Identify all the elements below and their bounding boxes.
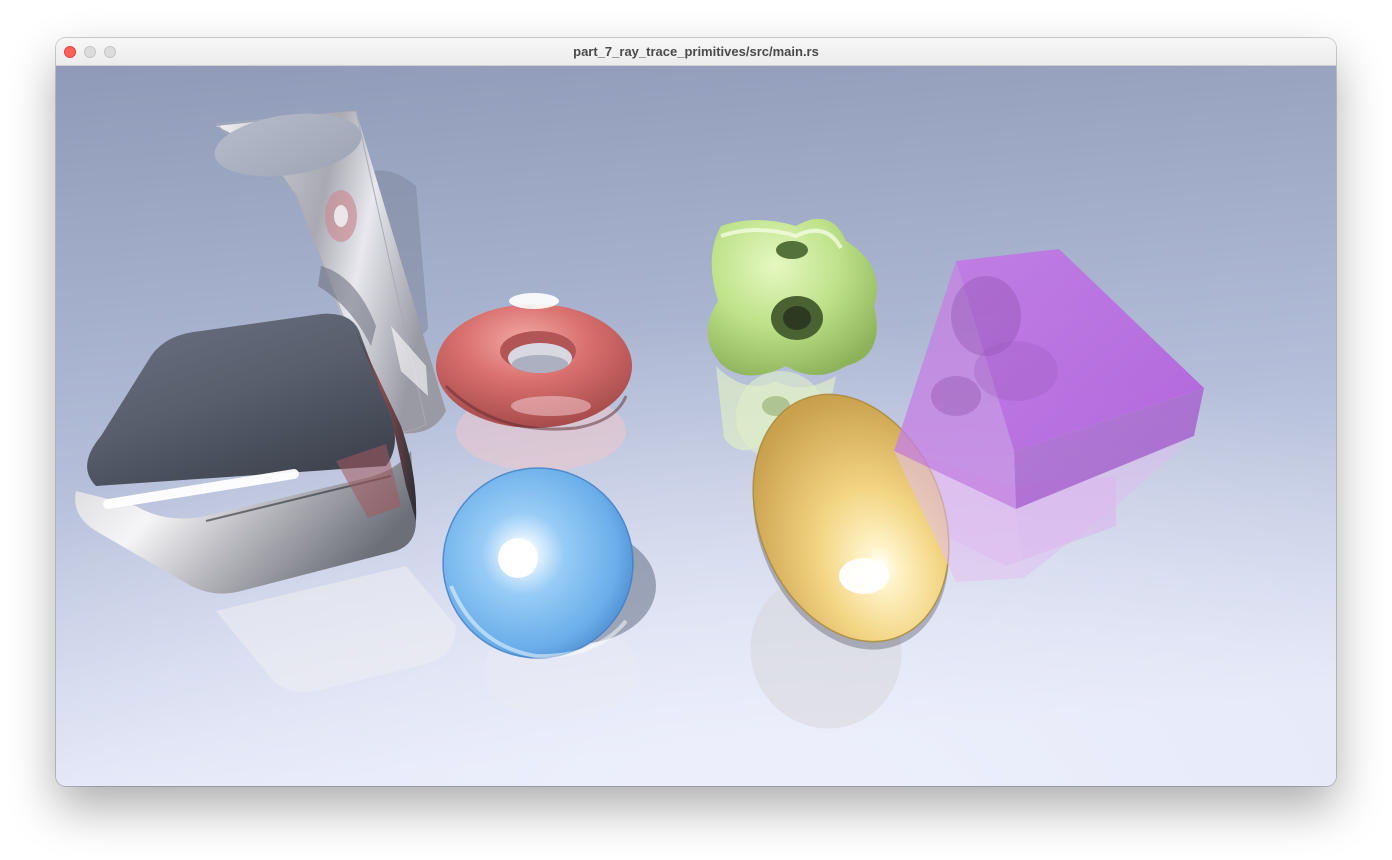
render-viewport[interactable] — [56, 66, 1336, 786]
app-window: part_7_ray_trace_primitives/src/main.rs — [56, 38, 1336, 786]
title-bar[interactable]: part_7_ray_trace_primitives/src/main.rs — [56, 38, 1336, 66]
window-title: part_7_ray_trace_primitives/src/main.rs — [573, 44, 819, 59]
ray-traced-scene — [56, 66, 1336, 786]
